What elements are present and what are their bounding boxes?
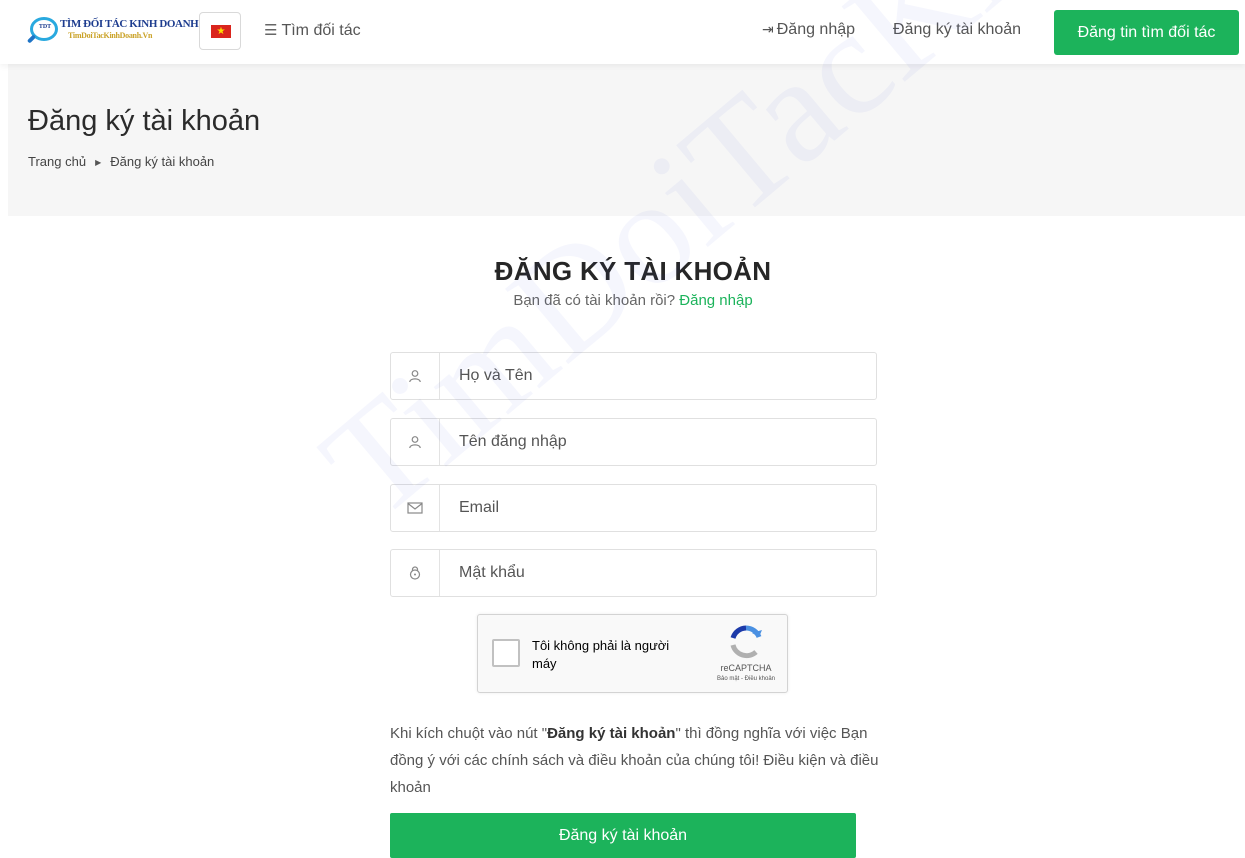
- username-field[interactable]: Tên đăng nhập: [390, 418, 877, 466]
- have-account-text: Bạn đã có tài khoản rồi? Đăng nhập: [433, 292, 833, 309]
- language-selector[interactable]: ★: [199, 12, 241, 50]
- logo-title: TÌM ĐỐI TÁC KINH DOANH: [60, 18, 199, 30]
- sign-in-icon: ⇥: [762, 21, 774, 37]
- fullname-field[interactable]: Họ và Tên: [390, 352, 877, 400]
- password-placeholder: Mật khẩu: [459, 564, 525, 581]
- terms-text: Khi kích chuột vào nút "Đăng ký tài khoả…: [390, 720, 880, 801]
- recaptcha-logo-icon: [728, 625, 764, 659]
- logo-subtitle: TimDoiTacKinhDoanh.Vn: [68, 31, 153, 40]
- fullname-placeholder: Họ và Tên: [459, 367, 533, 384]
- recaptcha-brand: reCAPTCHA: [720, 663, 772, 673]
- site-header: TDT TÌM ĐỐI TÁC KINH DOANH TimDoiTacKinh…: [0, 0, 1245, 64]
- nav-find-partner-label: Tìm đối tác: [281, 22, 361, 39]
- login-link[interactable]: Đăng nhập: [679, 292, 752, 309]
- recaptcha-widget: Tôi không phải là người máy reCAPTCHA Bả…: [477, 614, 788, 693]
- page-title: Đăng ký tài khoản: [28, 105, 261, 137]
- recaptcha-label: Tôi không phải là người máy: [532, 638, 670, 671]
- logo-mini-text: TDT: [38, 24, 52, 30]
- post-listing-button[interactable]: Đăng tin tìm đối tác: [1054, 10, 1239, 55]
- breadcrumb-home[interactable]: Trang chủ: [28, 154, 86, 169]
- terms-text-bold: Đăng ký tài khoản: [547, 725, 676, 742]
- recaptcha-checkbox[interactable]: [492, 639, 520, 667]
- register-submit-button[interactable]: Đăng ký tài khoản: [390, 813, 856, 858]
- username-placeholder: Tên đăng nhập: [459, 433, 567, 450]
- email-field[interactable]: Email: [390, 484, 877, 532]
- breadcrumb-current: Đăng ký tài khoản: [110, 154, 215, 169]
- email-placeholder: Email: [459, 499, 500, 516]
- recaptcha-terms-link[interactable]: Bảo mật - Điều khoản: [708, 676, 784, 682]
- terms-text-before: Khi kích chuột vào nút ": [390, 725, 548, 742]
- list-icon: ☰: [264, 22, 278, 39]
- user-icon: [391, 353, 440, 399]
- page-title-band: Đăng ký tài khoản Trang chủ ▶ Đăng ký tài …: [8, 64, 1245, 216]
- magnifier-logo-icon: TDT: [30, 17, 58, 41]
- form-heading: ĐĂNG KÝ TÀI KHOẢN: [494, 256, 772, 286]
- nav-find-partner[interactable]: ☰ Tìm đối tác: [264, 21, 361, 40]
- have-account-label: Bạn đã có tài khoản rồi?: [513, 292, 676, 309]
- user-icon: [391, 419, 440, 465]
- nav-login[interactable]: ⇥ Đăng nhập: [762, 21, 855, 39]
- site-logo[interactable]: TDT TÌM ĐỐI TÁC KINH DOANH TimDoiTacKinh…: [28, 14, 199, 50]
- password-field[interactable]: Mật khẩu: [390, 549, 877, 597]
- lock-icon: [391, 550, 440, 596]
- nav-login-label: Đăng nhập: [776, 21, 856, 38]
- nav-register[interactable]: Đăng ký tài khoản: [893, 21, 1021, 39]
- vietnam-flag-icon: ★: [211, 25, 231, 38]
- envelope-icon: [391, 485, 440, 531]
- breadcrumb-separator-icon: ▶: [95, 158, 102, 167]
- breadcrumb: Trang chủ ▶ Đăng ký tài khoản: [28, 154, 214, 169]
